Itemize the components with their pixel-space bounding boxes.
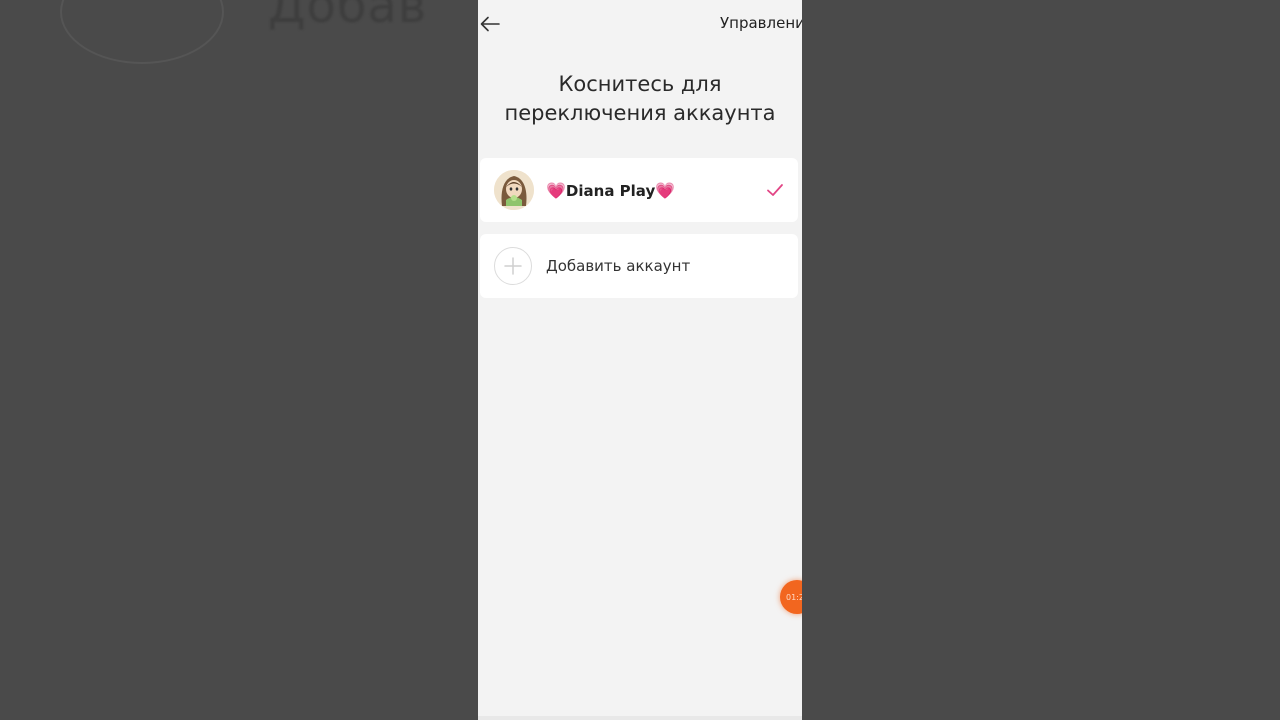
- bottom-strip: [478, 716, 802, 720]
- background-ghost-circle: [60, 0, 224, 64]
- avatar-image: [494, 170, 534, 210]
- account-item[interactable]: 💗Diana Play💗: [480, 158, 798, 222]
- phone-screen: Управлени Коснитесь для переключения акк…: [478, 0, 802, 720]
- page-title-line-2: переключения аккаунта: [504, 101, 776, 125]
- page-title-line-1: Коснитесь для: [558, 72, 722, 96]
- avatar: [494, 170, 534, 210]
- add-account-label: Добавить аккаунт: [546, 257, 691, 275]
- plus-circle: [494, 247, 532, 285]
- add-account-button[interactable]: Добавить аккаунт: [480, 234, 798, 298]
- back-button[interactable]: [478, 10, 504, 38]
- manage-link[interactable]: Управлени: [720, 14, 802, 32]
- background-ghost-text: Добав: [268, 0, 428, 34]
- account-name-text: Diana Play: [565, 181, 656, 200]
- account-name: 💗Diana Play💗: [546, 181, 766, 200]
- arrow-left-icon: [480, 16, 500, 32]
- floating-timer-text: 01:2: [786, 592, 802, 602]
- check-icon: [767, 184, 783, 196]
- page-title: Коснитесь для переключения аккаунта: [478, 70, 802, 128]
- heart-icon: 💗: [655, 180, 676, 200]
- floating-timer-button[interactable]: 01:2: [780, 580, 802, 614]
- heart-icon: 💗: [546, 180, 566, 200]
- plus-icon: [504, 257, 522, 275]
